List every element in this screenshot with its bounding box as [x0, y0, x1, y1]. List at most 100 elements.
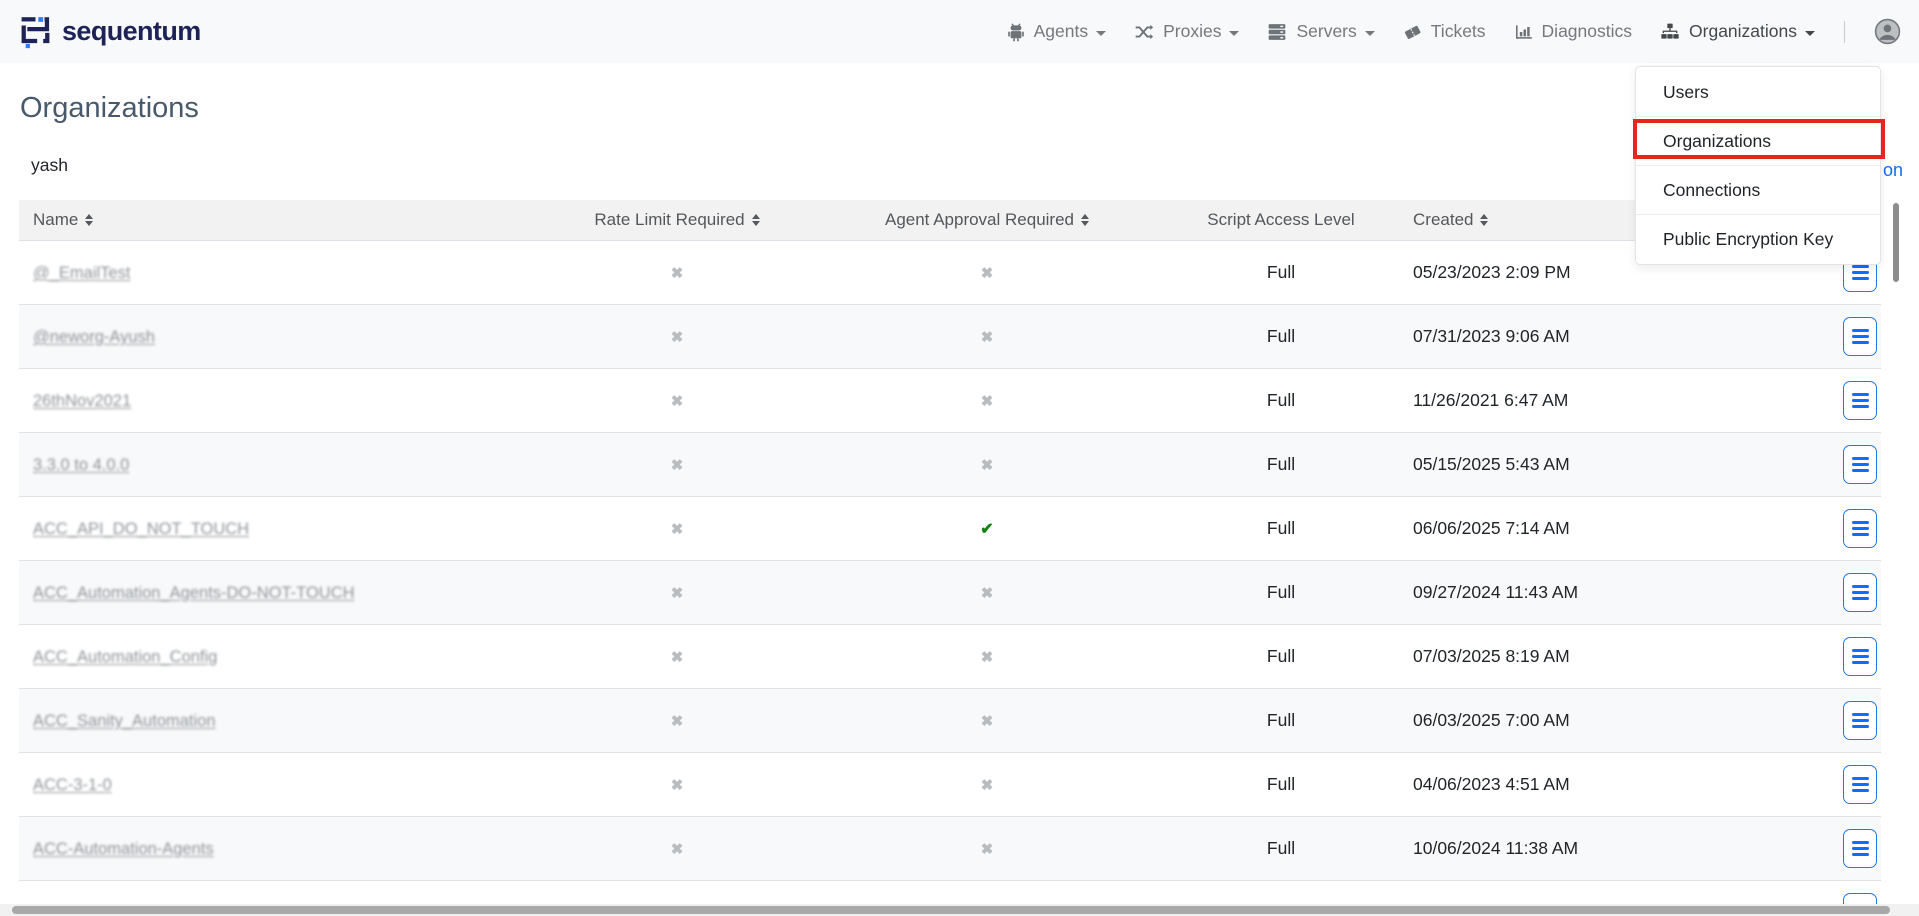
column-label: Script Access Level: [1207, 210, 1354, 230]
nav-item-servers[interactable]: Servers: [1266, 21, 1374, 42]
hamburger-icon-bar: [1852, 777, 1869, 780]
rate-limit-cell: ✖: [561, 368, 793, 432]
brand-name: sequentum: [62, 16, 201, 47]
org-name-link[interactable]: ACC_Automation_Config: [33, 648, 217, 666]
org-chart-icon: [1659, 22, 1681, 42]
x-icon: ✖: [671, 393, 684, 410]
menu-item-public-encryption-key[interactable]: Public Encryption Key: [1636, 215, 1880, 263]
row-actions-button[interactable]: [1843, 509, 1877, 548]
created-cell: 09/27/2024 11:43 AM: [1381, 560, 1693, 624]
menu-item-users[interactable]: Users: [1636, 68, 1880, 116]
table-row: ACC-3-1-0✖✖Full04/06/2023 4:51 AM: [19, 752, 1881, 816]
name-cell: [19, 880, 561, 905]
org-name-link[interactable]: 3.3.0 to 4.0.0: [33, 456, 129, 474]
hamburger-icon-bar: [1852, 853, 1869, 856]
rate-limit-cell: ✖: [561, 560, 793, 624]
row-actions-button[interactable]: [1843, 317, 1877, 356]
name-cell: ACC_Sanity_Automation: [19, 688, 561, 752]
agent-approval-cell: ✖: [793, 688, 1181, 752]
row-actions-button[interactable]: [1843, 445, 1877, 484]
row-actions-button[interactable]: [1843, 573, 1877, 612]
column-header-agent-approval[interactable]: Agent Approval Required: [793, 200, 1181, 240]
org-name-link[interactable]: ACC-3-1-0: [33, 776, 112, 794]
page-title: Organizations: [20, 92, 199, 125]
hamburger-icon-bar: [1852, 649, 1869, 652]
menu-item-organizations[interactable]: Organizations: [1636, 117, 1880, 165]
row-actions-button[interactable]: [1843, 829, 1877, 868]
sort-icon: [85, 214, 93, 227]
name-cell: @neworg-Ayush: [19, 304, 561, 368]
agent-approval-cell: ✖: [793, 560, 1181, 624]
name-cell: ACC-Automation-Agents: [19, 816, 561, 880]
nav-item-proxies[interactable]: Proxies: [1133, 21, 1239, 42]
sort-icon: [1480, 214, 1488, 227]
x-icon: ✖: [981, 393, 994, 410]
org-name-link[interactable]: ACC_API_DO_NOT_TOUCH: [33, 520, 249, 538]
nav-item-organizations[interactable]: Organizations: [1659, 21, 1815, 42]
actions-cell: [1693, 816, 1881, 880]
column-label: Agent Approval Required: [885, 210, 1074, 230]
script-access-cell: Full: [1181, 496, 1381, 560]
actions-cell: [1693, 304, 1881, 368]
hamburger-icon-bar: [1852, 341, 1869, 344]
menu-item-connections[interactable]: Connections: [1636, 166, 1880, 214]
org-name-link[interactable]: ACC_Automation_Agents-DO-NOT-TOUCH: [33, 584, 355, 602]
nav-item-agents[interactable]: Agents: [1006, 21, 1106, 42]
hamburger-icon-bar: [1852, 841, 1869, 844]
column-header-rate-limit[interactable]: Rate Limit Required: [561, 200, 793, 240]
row-actions-button[interactable]: [1843, 701, 1877, 740]
vertical-scrollbar-thumb[interactable]: [1893, 203, 1899, 282]
agent-approval-cell: ✖: [793, 304, 1181, 368]
horizontal-scrollbar[interactable]: [0, 904, 1919, 916]
hamburger-icon-bar: [1852, 713, 1869, 716]
hamburger-icon-bar: [1852, 265, 1869, 268]
org-name-link[interactable]: @_EmailTest: [33, 264, 130, 282]
nav-item-diagnostics[interactable]: Diagnostics: [1513, 21, 1632, 42]
hamburger-icon-bar: [1852, 661, 1869, 664]
script-access-cell: Full: [1181, 752, 1381, 816]
script-access-cell: Full: [1181, 432, 1381, 496]
created-cell: 06/03/2025 7:00 AM: [1381, 688, 1693, 752]
x-icon: ✖: [671, 329, 684, 346]
org-name-link[interactable]: ACC_Sanity_Automation: [33, 712, 216, 730]
actions-cell: [1693, 560, 1881, 624]
chevron-down-icon: [1365, 31, 1375, 36]
robot-icon: [1006, 22, 1026, 42]
row-actions-button[interactable]: [1843, 637, 1877, 676]
actions-cell: [1693, 432, 1881, 496]
script-access-cell: Full: [1181, 240, 1381, 304]
hamburger-icon-bar: [1852, 533, 1869, 536]
x-icon: ✖: [671, 841, 684, 858]
org-name-link[interactable]: @neworg-Ayush: [33, 328, 155, 346]
org-name-link[interactable]: ACC-Automation-Agents: [33, 840, 214, 858]
rate-limit-cell: ✖: [561, 688, 793, 752]
table-row: @neworg-Ayush✖✖Full07/31/2023 9:06 AM: [19, 304, 1881, 368]
sort-icon: [752, 214, 760, 227]
nav-divider: [1844, 21, 1845, 43]
org-name-link[interactable]: 26thNov2021: [33, 392, 131, 410]
x-icon: ✖: [981, 265, 994, 282]
user-avatar[interactable]: [1874, 18, 1901, 45]
actions-cell: [1693, 752, 1881, 816]
column-header-name[interactable]: Name: [19, 200, 561, 240]
x-icon: ✖: [981, 841, 994, 858]
column-label: Rate Limit Required: [594, 210, 744, 230]
table-row: ACC_Automation_Agents-DO-NOT-TOUCH✖✖Full…: [19, 560, 1881, 624]
row-actions-button[interactable]: [1843, 765, 1877, 804]
column-header-script-access: Script Access Level: [1181, 200, 1381, 240]
create-organization-link-truncated[interactable]: on: [1883, 160, 1903, 181]
script-access-cell: Full: [1181, 304, 1381, 368]
hamburger-icon-bar: [1852, 655, 1869, 658]
name-cell: 26thNov2021: [19, 368, 561, 432]
table-row: ACC_API_DO_NOT_TOUCH✖✔Full06/06/2025 7:1…: [19, 496, 1881, 560]
nav-item-tickets[interactable]: Tickets: [1402, 21, 1486, 42]
horizontal-scrollbar-thumb[interactable]: [12, 906, 1890, 914]
hamburger-icon-bar: [1852, 719, 1869, 722]
column-label: Name: [33, 210, 78, 230]
hamburger-icon-bar: [1852, 463, 1869, 466]
row-actions-button[interactable]: [1843, 381, 1877, 420]
brand-logo[interactable]: sequentum: [19, 14, 201, 50]
org-table-body: @_EmailTest✖✖Full05/23/2023 2:09 PM@newo…: [19, 240, 1881, 905]
hamburger-icon-bar: [1852, 789, 1869, 792]
created-cell: 05/15/2025 5:43 AM: [1381, 432, 1693, 496]
